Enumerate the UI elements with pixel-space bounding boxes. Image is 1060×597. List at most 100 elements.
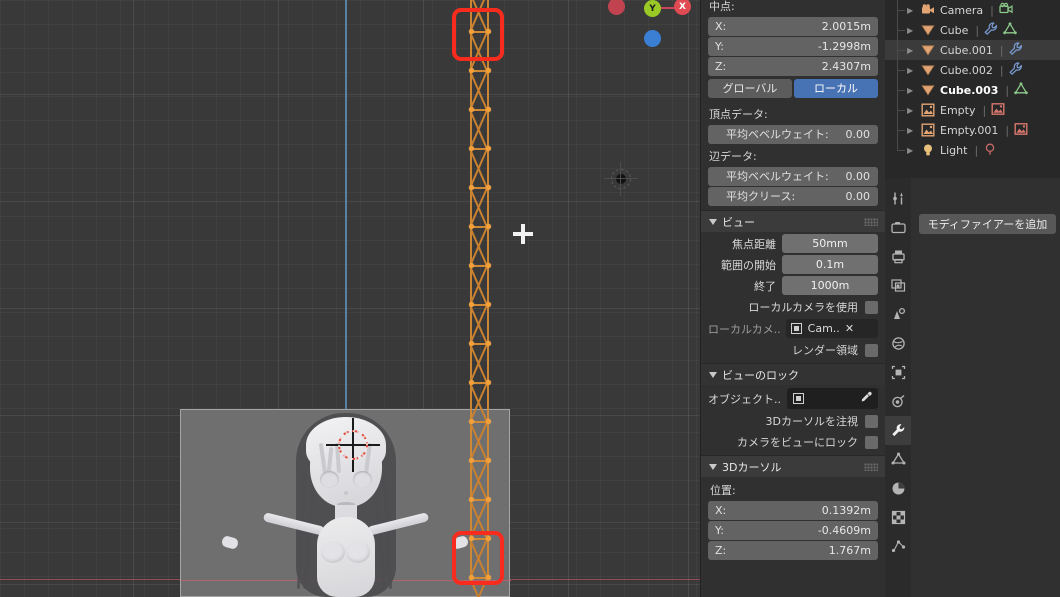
gizmo-ball-neg-x[interactable] <box>608 0 625 15</box>
lock-to-cursor-row[interactable]: 3Dカーソルを注視 <box>708 412 878 430</box>
tab-scene[interactable] <box>885 300 911 329</box>
lock-object-row[interactable]: オブジェクト.. <box>708 388 878 409</box>
vertex-mean-bevel-weight-field[interactable]: 平均ベベルウェイト: 0.00 <box>708 125 878 144</box>
camera-data-icon[interactable] <box>999 2 1013 19</box>
disclosure-triangle-icon[interactable]: ▶ <box>907 106 918 115</box>
outliner-row-empty-001[interactable]: ▶ Empty.001 | <box>885 120 1060 140</box>
clip-start-field[interactable]: 0.1m <box>782 255 878 274</box>
disclosure-triangle-icon[interactable]: ▶ <box>907 46 918 55</box>
outliner-row-cube-001[interactable]: ▶ Cube.001 | <box>885 40 1060 60</box>
tab-tool[interactable] <box>885 184 911 213</box>
modifier-icon[interactable] <box>1008 41 1023 59</box>
mesh-vertex[interactable] <box>486 497 491 502</box>
disclosure-triangle-icon[interactable]: ▶ <box>907 86 918 95</box>
use-local-camera-checkbox[interactable] <box>865 300 878 314</box>
mesh-vertex[interactable] <box>469 458 474 463</box>
clip-end-row[interactable]: 終了 1000m <box>708 276 878 295</box>
3d-viewport[interactable]: Y X <box>0 0 700 597</box>
light-object[interactable] <box>604 162 638 196</box>
focal-length-field[interactable]: 50mm <box>782 234 878 253</box>
image-icon[interactable] <box>1014 122 1028 139</box>
local-camera-field[interactable]: Cam.. ✕ <box>785 319 878 338</box>
edge-mean-crease-field[interactable]: 平均クリース: 0.00 <box>708 187 878 206</box>
outliner-row-empty[interactable]: ▶ Empty | <box>885 100 1060 120</box>
mesh-vertex[interactable] <box>486 146 491 151</box>
outliner-row-cube[interactable]: ▶ Cube | <box>885 20 1060 40</box>
cursor-x-field[interactable]: X: 0.1392m <box>708 501 878 520</box>
eyedropper-icon[interactable] <box>859 391 872 407</box>
lock-camera-checkbox[interactable] <box>865 435 878 449</box>
mesh-vertex[interactable] <box>469 497 474 502</box>
selected-mesh-vertices[interactable] <box>460 0 500 597</box>
mesh-data-icon[interactable] <box>1003 21 1017 39</box>
mesh-data-icon[interactable] <box>1014 81 1028 99</box>
viewport-sidebar-item-panel[interactable]: 中点: X: 2.0015m Y: -1.2998m Z: 2.4307m グロ… <box>700 0 885 597</box>
lock-to-cursor-checkbox[interactable] <box>865 414 878 428</box>
mesh-vertex[interactable] <box>469 224 474 229</box>
tab-output[interactable] <box>885 242 911 271</box>
outliner[interactable]: ▶ Camera | ▶ Cube | ▶ Cube.001 | ▶ Cube.002 | ▶ Cube.… <box>885 0 1060 178</box>
view-panel-header[interactable]: ビュー <box>701 210 885 232</box>
tab-modifiers[interactable] <box>885 416 911 445</box>
view-lock-panel-header[interactable]: ビューのロック <box>701 363 885 385</box>
light-data-icon[interactable] <box>983 142 997 159</box>
disclosure-triangle-icon[interactable]: ▶ <box>907 66 918 75</box>
global-space-button[interactable]: グローバル <box>708 79 792 98</box>
mesh-vertex[interactable] <box>486 68 491 73</box>
3d-cursor[interactable] <box>326 418 380 472</box>
lock-object-field[interactable] <box>787 388 878 409</box>
outliner-row-camera[interactable]: ▶ Camera | <box>885 0 1060 20</box>
lock-camera-row[interactable]: カメラをビューにロック <box>708 433 878 451</box>
disclosure-triangle-icon[interactable]: ▶ <box>907 146 918 155</box>
add-modifier-button[interactable]: モディファイアーを追加 <box>919 214 1056 234</box>
mesh-vertex[interactable] <box>469 302 474 307</box>
mesh-vertex[interactable] <box>486 263 491 268</box>
use-local-camera-row[interactable]: ローカルカメラを使用 <box>708 298 878 316</box>
disclosure-triangle-icon[interactable]: ▶ <box>907 6 918 15</box>
mesh-vertex[interactable] <box>486 341 491 346</box>
median-z-field[interactable]: Z: 2.4307m <box>708 57 878 76</box>
modifier-icon[interactable] <box>1008 61 1023 79</box>
gizmo-ball-y[interactable]: Y <box>644 0 661 17</box>
tab-object[interactable] <box>885 358 911 387</box>
median-x-field[interactable]: X: 2.0015m <box>708 17 878 36</box>
properties-tab-strip[interactable] <box>885 178 911 597</box>
modifier-icon[interactable] <box>984 21 998 39</box>
cursor-panel-header[interactable]: 3Dカーソル <box>701 455 885 477</box>
mesh-vertex[interactable] <box>486 302 491 307</box>
mesh-vertex[interactable] <box>469 68 474 73</box>
tab-object-data[interactable] <box>885 445 911 474</box>
tab-texture[interactable] <box>885 503 911 532</box>
median-y-field[interactable]: Y: -1.2998m <box>708 37 878 56</box>
outliner-row-cube-003[interactable]: ▶ Cube.003 | <box>885 80 1060 100</box>
mesh-vertex[interactable] <box>486 107 491 112</box>
mesh-vertex[interactable] <box>469 380 474 385</box>
tab-render[interactable] <box>885 213 911 242</box>
mesh-vertex[interactable] <box>486 224 491 229</box>
tab-view-layer[interactable] <box>885 271 911 300</box>
mesh-vertex[interactable] <box>469 419 474 424</box>
outliner-row-light[interactable]: ▶ Light | <box>885 140 1060 160</box>
clip-end-field[interactable]: 1000m <box>782 276 878 295</box>
mesh-vertex[interactable] <box>469 263 474 268</box>
edge-mean-bevel-weight-field[interactable]: 平均ベベルウェイト: 0.00 <box>708 167 878 186</box>
mesh-vertex[interactable] <box>469 341 474 346</box>
render-region-row[interactable]: レンダー領域 <box>708 341 878 359</box>
local-space-button[interactable]: ローカル <box>794 79 878 98</box>
gizmo-ball-z[interactable] <box>644 30 661 47</box>
mesh-vertex[interactable] <box>486 419 491 424</box>
clip-start-row[interactable]: 範囲の開始 0.1m <box>708 255 878 274</box>
cursor-y-field[interactable]: Y: -0.4609m <box>708 521 878 540</box>
tab-material[interactable] <box>885 474 911 503</box>
clear-icon[interactable]: ✕ <box>845 322 854 335</box>
disclosure-triangle-icon[interactable]: ▶ <box>907 26 918 35</box>
navigation-gizmo[interactable]: Y X <box>600 0 700 48</box>
disclosure-triangle-icon[interactable]: ▶ <box>907 126 918 135</box>
image-icon[interactable] <box>991 102 1005 119</box>
mesh-vertex[interactable] <box>469 146 474 151</box>
tab-constraints[interactable] <box>885 387 911 416</box>
transform-space-toggle[interactable]: グローバル ローカル <box>708 79 878 98</box>
render-region-checkbox[interactable] <box>865 343 878 357</box>
mesh-vertex[interactable] <box>486 380 491 385</box>
mesh-vertex[interactable] <box>486 458 491 463</box>
